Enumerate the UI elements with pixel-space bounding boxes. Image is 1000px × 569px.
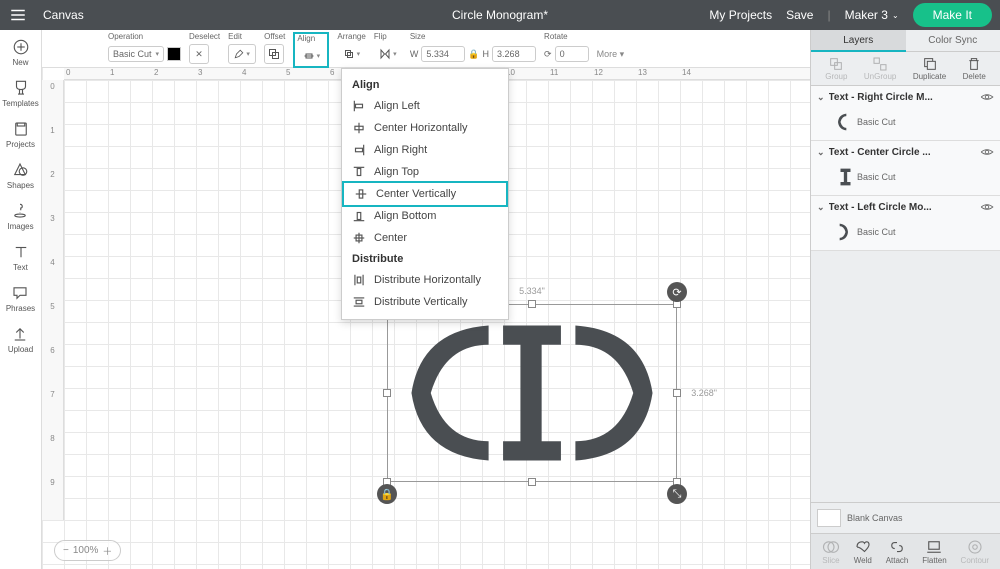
phrases-tool[interactable]: Phrases (6, 284, 35, 313)
layer-row[interactable]: ⌄Text - Center Circle ...Basic Cut (811, 141, 1000, 196)
lock-handle-icon[interactable]: 🔒 (377, 484, 397, 504)
center-horizontally-item[interactable]: Center Horizontally (342, 117, 508, 139)
handle-ml[interactable] (383, 389, 391, 397)
selection-height-label: 3.268" (691, 388, 717, 398)
my-projects-link[interactable]: My Projects (709, 8, 772, 22)
align-top-item[interactable]: Align Top (342, 161, 508, 183)
zoom-control[interactable]: −100%＋ (54, 540, 121, 561)
align-dropdown: Align Align Left Center Horizontally Ali… (341, 68, 509, 320)
new-tool[interactable]: New (12, 38, 30, 67)
app-name: Canvas (43, 8, 84, 22)
layers-panel: Layers Color Sync Group UnGroup Duplicat… (810, 30, 1000, 569)
flatten-button[interactable]: Flatten (922, 538, 946, 565)
weld-button[interactable]: Weld (854, 538, 872, 565)
save-link[interactable]: Save (786, 8, 813, 22)
rotate-handle-icon[interactable]: ⟳ (667, 282, 687, 302)
height-input[interactable]: 3.268 (492, 46, 536, 62)
distribute-section-header: Distribute (342, 249, 508, 269)
align-bottom-item[interactable]: Align Bottom (342, 205, 508, 227)
machine-selector[interactable]: Maker 3⌄ (845, 8, 899, 22)
deselect-button[interactable]: ✕ (189, 44, 209, 64)
ungroup-button[interactable]: UnGroup (864, 56, 896, 81)
layer-row[interactable]: ⌄Text - Right Circle M...Basic Cut (811, 86, 1000, 141)
shapes-tool[interactable]: Shapes (7, 161, 34, 190)
edit-button[interactable] (228, 44, 256, 64)
rotate-input[interactable]: 0 (555, 46, 589, 62)
slice-button[interactable]: Slice (822, 538, 840, 565)
projects-tool[interactable]: Projects (6, 120, 35, 149)
monogram-artwork (397, 314, 667, 472)
distribute-vertically-item[interactable]: Distribute Vertically (342, 291, 508, 313)
text-tool[interactable]: Text (12, 243, 30, 272)
align-group: Align (293, 32, 329, 68)
center-item[interactable]: Center (342, 227, 508, 249)
make-it-button[interactable]: Make It (913, 3, 992, 27)
handle-bm[interactable] (528, 478, 536, 486)
width-input[interactable]: 5.334 (421, 46, 465, 62)
center-vertically-item[interactable]: Center Vertically (342, 181, 508, 207)
visibility-icon[interactable] (980, 200, 994, 214)
separator: | (827, 8, 830, 22)
delete-button[interactable]: Delete (963, 56, 986, 81)
color-swatch[interactable] (167, 47, 181, 61)
offset-button[interactable] (264, 44, 284, 64)
blank-canvas-row[interactable]: Blank Canvas (811, 502, 1000, 533)
align-left-item[interactable]: Align Left (342, 95, 508, 117)
handle-tm[interactable] (528, 300, 536, 308)
upload-tool[interactable]: Upload (8, 325, 33, 354)
ruler-vertical: 0123456789 (42, 80, 64, 520)
rotate-icon: ⟳ (544, 49, 552, 60)
group-button[interactable]: Group (825, 56, 847, 81)
document-title: Circle Monogram* (452, 8, 548, 22)
operation-group: Operation Basic Cut (108, 32, 181, 64)
canvas[interactable]: 01234567891011121314 0123456789 5.334" 3… (42, 68, 810, 569)
selection-width-label: 5.334" (519, 286, 545, 296)
more-button[interactable]: More ▾ (597, 49, 625, 60)
align-right-item[interactable]: Align Right (342, 139, 508, 161)
contour-button[interactable]: Contour (961, 538, 989, 565)
zoom-in-icon[interactable]: ＋ (102, 543, 112, 558)
selection-box[interactable]: 5.334" 3.268" ✕ ⟳ 🔒 ⤡ (387, 304, 677, 482)
attach-button[interactable]: Attach (886, 538, 909, 565)
menu-button[interactable] (0, 6, 35, 24)
layers-tab[interactable]: Layers (811, 30, 906, 52)
resize-handle-icon[interactable]: ⤡ (667, 484, 687, 504)
align-section-header: Align (342, 75, 508, 95)
zoom-out-icon[interactable]: − (63, 545, 69, 556)
visibility-icon[interactable] (980, 145, 994, 159)
handle-mr[interactable] (673, 389, 681, 397)
arrange-button[interactable] (337, 44, 365, 64)
left-sidebar: New Templates Projects Shapes Images Tex… (0, 30, 42, 569)
canvas-color-swatch (817, 509, 841, 527)
lock-aspect-icon[interactable]: 🔒 (468, 49, 479, 60)
distribute-horizontally-item[interactable]: Distribute Horizontally (342, 269, 508, 291)
app-header: Canvas Circle Monogram* My Projects Save… (0, 0, 1000, 30)
color-sync-tab[interactable]: Color Sync (906, 30, 1000, 52)
layer-row[interactable]: ⌄Text - Left Circle Mo...Basic Cut (811, 196, 1000, 251)
duplicate-button[interactable]: Duplicate (913, 56, 946, 81)
visibility-icon[interactable] (980, 90, 994, 104)
templates-tool[interactable]: Templates (2, 79, 38, 108)
images-tool[interactable]: Images (7, 202, 33, 231)
operation-select[interactable]: Basic Cut (108, 46, 164, 62)
flip-button[interactable] (374, 44, 402, 64)
property-toolbar: Operation Basic Cut Deselect✕ Edit Offse… (42, 30, 810, 68)
align-dropdown-button[interactable] (297, 46, 325, 66)
